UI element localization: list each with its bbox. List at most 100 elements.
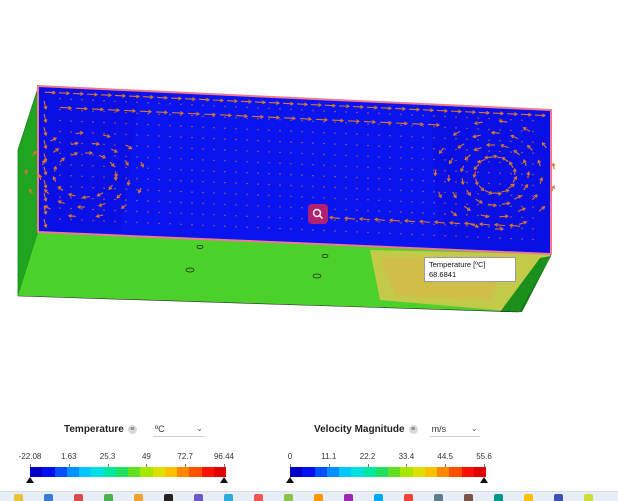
vector-dot	[356, 220, 358, 222]
vector-dot	[235, 160, 237, 162]
colorbar-segment	[400, 467, 413, 477]
vector-dot	[510, 129, 512, 132]
vector-dot	[345, 143, 347, 146]
vector-dot	[70, 153, 72, 155]
vector-dot	[400, 200, 402, 202]
vector-dot	[257, 205, 259, 207]
vector-dot	[158, 135, 160, 137]
vector-dot	[290, 195, 292, 198]
vector-dot	[312, 229, 314, 231]
info-icon[interactable]: ≡	[408, 424, 418, 434]
vector-dot	[136, 178, 138, 180]
vector-dot	[59, 130, 61, 133]
vector-dot	[411, 211, 413, 214]
vector-dot	[345, 230, 347, 233]
velocity-colorbar[interactable]	[290, 467, 486, 477]
vector-dot	[367, 188, 369, 190]
vector-dot	[136, 112, 138, 114]
vector-dot	[411, 136, 413, 138]
vector-dot	[334, 197, 336, 200]
colorbar-segment	[461, 467, 474, 477]
vector-dot	[510, 151, 512, 153]
vector-dot	[455, 235, 457, 237]
vector-dot	[268, 216, 270, 218]
vector-dot	[279, 195, 281, 197]
vector-dot	[279, 217, 281, 219]
vector-dot	[466, 116, 468, 119]
velocity-max-handle[interactable]	[480, 477, 488, 483]
colorbar-segment	[79, 467, 92, 477]
vector-dot	[202, 213, 204, 216]
vector-dot	[389, 167, 391, 169]
vector-dot	[323, 142, 325, 145]
vector-dot	[367, 177, 369, 179]
vector-dot	[103, 209, 105, 211]
colorbar-segment	[388, 467, 401, 477]
vector-dot	[378, 156, 380, 158]
vector-dot	[400, 146, 402, 148]
vector-dot	[70, 120, 72, 122]
vector-dot	[356, 176, 358, 179]
vector-dot	[488, 172, 490, 174]
vector-dot	[81, 219, 83, 221]
vector-dot	[334, 219, 336, 221]
vector-dot	[224, 127, 226, 129]
vector-dot	[400, 211, 402, 213]
vector-dot	[334, 165, 336, 167]
vector-dot	[433, 202, 435, 204]
vector-dot	[125, 199, 127, 201]
velocity-unit-select[interactable]: m/s ⌄	[429, 421, 480, 437]
vector-dot	[213, 170, 215, 172]
vector-dot	[323, 164, 325, 166]
vector-dot	[268, 118, 270, 121]
vector-dot	[499, 237, 501, 239]
vector-dot	[477, 193, 479, 195]
temperature-colorbar[interactable]	[30, 467, 226, 477]
vector-dot	[455, 138, 457, 140]
temperature-max-handle[interactable]	[220, 477, 228, 483]
vector-dot	[191, 147, 193, 150]
info-icon[interactable]: ≡	[127, 424, 137, 434]
vector-dot	[279, 119, 281, 121]
vector-dot	[367, 155, 369, 158]
vector-dot	[136, 221, 138, 224]
vector-dot	[180, 212, 182, 215]
vector-dot	[59, 163, 61, 166]
vector-dot	[158, 157, 160, 159]
vector-dot	[466, 203, 468, 205]
vector-dot	[147, 156, 149, 159]
vector-dot	[59, 174, 61, 176]
vector-dot	[499, 129, 501, 131]
vector-dot	[246, 106, 248, 109]
vector-dot	[191, 158, 193, 161]
simulation-viewport[interactable]: Temperature [ºC] 68.6841	[0, 0, 618, 410]
vector-dot	[169, 168, 171, 170]
vector-dot	[532, 206, 534, 208]
temperature-unit-select[interactable]: ºC ⌄	[152, 421, 205, 437]
vector-dot	[334, 176, 336, 178]
vector-dot	[444, 126, 446, 129]
vector-dot	[92, 176, 94, 178]
temperature-min-handle[interactable]	[26, 477, 34, 483]
vector-dot	[213, 181, 215, 183]
vector-dot	[158, 222, 160, 225]
vector-dot	[257, 129, 259, 131]
velocity-min-handle[interactable]	[286, 477, 294, 483]
vector-dot	[433, 180, 435, 182]
vector-dot	[169, 157, 171, 160]
vector-dot	[444, 170, 446, 172]
colorbar-segment	[290, 467, 303, 477]
vector-dot	[191, 202, 193, 204]
velocity-legend-title: Velocity Magnitude	[314, 423, 405, 435]
vector-dot	[246, 117, 248, 120]
zoom-button[interactable]	[308, 204, 328, 224]
vector-dot	[433, 169, 435, 171]
tick-label: 1.63	[61, 452, 77, 461]
vector-dot	[323, 229, 325, 232]
colorbar-segment	[30, 467, 43, 477]
tick-label: 22.2	[359, 452, 376, 461]
vector-dot	[246, 204, 248, 207]
vector-dot	[378, 167, 380, 169]
vector-dot	[367, 112, 369, 114]
vector-dot	[114, 188, 116, 190]
